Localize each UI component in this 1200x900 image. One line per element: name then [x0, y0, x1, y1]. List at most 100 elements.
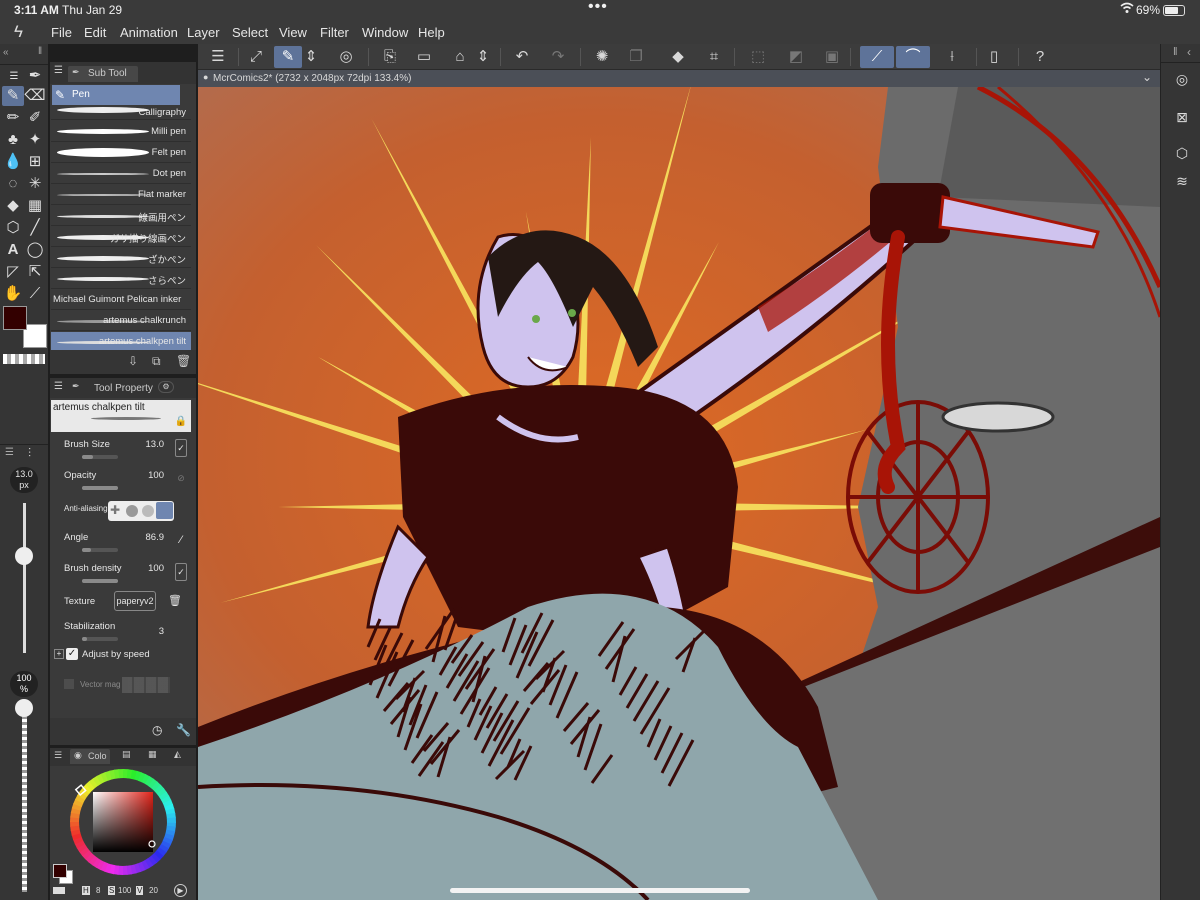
undo-icon[interactable]: ↶: [508, 46, 536, 68]
help-icon[interactable]: ?: [1026, 46, 1054, 68]
brush-chalkrunch[interactable]: artemus chalkrunch: [51, 311, 191, 331]
navigator-icon[interactable]: ◎: [1169, 66, 1195, 92]
lasso-icon[interactable]: ◌: [2, 174, 24, 194]
aa-none-icon[interactable]: ✚: [110, 503, 120, 517]
color-mode-switch-icon[interactable]: ▶: [174, 884, 187, 897]
texture-row[interactable]: Texture paperyv2 🗑: [60, 590, 188, 618]
modifier-key-icon[interactable]: ✎: [274, 46, 302, 68]
aa-medium-icon[interactable]: [142, 505, 154, 517]
brush-calligraphy[interactable]: Calligraphy: [51, 106, 191, 120]
fit-to-screen-icon[interactable]: ⤢: [242, 46, 270, 68]
anti-aliasing-row[interactable]: Anti-aliasing ✚: [60, 498, 188, 526]
duplicate-icon[interactable]: ⧉: [152, 354, 161, 369]
color-wheel-tab[interactable]: ◉ Colo: [70, 749, 110, 764]
main-color-swatch[interactable]: [3, 306, 27, 330]
blend-icon[interactable]: 💧: [2, 152, 24, 172]
sparkle-icon[interactable]: ✦: [24, 130, 46, 150]
multitask-dots-icon[interactable]: •••: [588, 0, 608, 16]
home-indicator[interactable]: [450, 888, 750, 893]
text-icon[interactable]: A: [2, 240, 24, 260]
opacity-knob[interactable]: [15, 699, 33, 717]
anti-aliasing-selector[interactable]: ✚: [108, 501, 174, 521]
document-tab[interactable]: ● McrComics2* (2732 x 2048px 72dpi 133.4…: [198, 70, 1160, 87]
menu-filter[interactable]: Filter: [320, 25, 349, 40]
menu-help[interactable]: Help: [418, 25, 445, 40]
decoration-icon[interactable]: ♣: [2, 130, 24, 150]
menu-select[interactable]: Select: [232, 25, 268, 40]
wrench-icon[interactable]: 🔧: [176, 723, 191, 737]
density-pressure-button[interactable]: ✓: [175, 563, 187, 581]
sub-view-icon[interactable]: ⊠: [1169, 104, 1195, 130]
brush-lineart-pen[interactable]: 線画用ペン: [51, 206, 191, 226]
menu-edit[interactable]: Edit: [84, 25, 106, 40]
brush-milli-pen[interactable]: Milli pen: [51, 122, 191, 142]
hamburger-menu-icon[interactable]: ☰: [204, 46, 232, 68]
clip-studio-logo-icon[interactable]: ϟ: [14, 22, 23, 42]
drawing-canvas[interactable]: [198, 87, 1160, 900]
brush-size-row[interactable]: Brush Size 13.0 ✓: [60, 436, 188, 464]
pencil-icon[interactable]: ✏: [2, 108, 24, 128]
brush-settings-icon[interactable]: ◷: [152, 723, 162, 737]
redo-icon[interactable]: ↷: [544, 46, 572, 68]
adjust-by-speed-row[interactable]: + ✓ Adjust by speed: [54, 646, 188, 674]
adjust-by-speed-checkbox[interactable]: ✓: [66, 648, 78, 660]
stabilization-row[interactable]: Stabilization 3: [60, 618, 188, 646]
angle-tilt-button[interactable]: ⁄: [175, 532, 187, 550]
eraser-icon[interactable]: ⌫: [24, 86, 46, 106]
brush-flat-marker[interactable]: Flat marker: [51, 185, 191, 205]
angle-row[interactable]: Angle 86.9 ⁄: [60, 529, 188, 557]
aa-weak-icon[interactable]: [126, 505, 138, 517]
smartphone-sync-icon[interactable]: ▯: [980, 46, 1008, 68]
fill-bucket-icon[interactable]: ◆: [664, 46, 692, 68]
sub-tool-group-pen[interactable]: ✎ Pen: [52, 85, 180, 105]
menu-animation[interactable]: Animation: [120, 25, 178, 40]
line-icon[interactable]: ╱: [24, 218, 46, 238]
trash-icon[interactable]: 🗑: [176, 354, 191, 368]
aa-strong-icon[interactable]: [156, 502, 173, 519]
panel-menu-icon[interactable]: ☰: [54, 381, 63, 392]
deselect-icon[interactable]: ⬚: [744, 46, 772, 68]
fill-icon[interactable]: ◆: [2, 196, 24, 216]
opacity-pressure-button[interactable]: ⊘: [175, 470, 187, 488]
menu-window[interactable]: Window: [362, 25, 408, 40]
selection-border-icon[interactable]: ▣: [818, 46, 846, 68]
brush-smooth-pen[interactable]: さらペン: [51, 269, 191, 289]
color-mode-icon[interactable]: [53, 887, 65, 894]
pen-icon[interactable]: ✒: [24, 66, 46, 86]
color-set-tab-icon[interactable]: ▦: [148, 749, 157, 760]
trash-icon[interactable]: 🗑: [168, 594, 182, 607]
brush-felt-pen[interactable]: Felt pen: [51, 143, 191, 163]
main-color-chip[interactable]: [53, 864, 67, 878]
frame-border-icon[interactable]: ◸: [2, 262, 24, 282]
balloon-icon[interactable]: ◯: [24, 240, 46, 260]
menu-layer[interactable]: Layer: [187, 25, 220, 40]
brush-rough-pen[interactable]: ざかペン: [51, 248, 191, 268]
chevron-down-icon[interactable]: ⌄: [1142, 70, 1152, 84]
invert-selection-icon[interactable]: ◩: [782, 46, 810, 68]
settings-icon[interactable]: ⚙: [158, 381, 174, 393]
save-icon[interactable]: ⌂: [446, 46, 474, 68]
panel-handle-icon[interactable]: ‖: [1173, 46, 1178, 58]
grid-icon[interactable]: ⊞: [24, 152, 46, 172]
import-icon[interactable]: ⇩: [128, 354, 138, 368]
special-ruler-snap-icon[interactable]: ⌒: [896, 46, 930, 68]
magic-wand-icon[interactable]: ✳: [24, 174, 46, 194]
brush-size-pressure-button[interactable]: ✓: [175, 439, 187, 457]
menu-view[interactable]: View: [279, 25, 307, 40]
brush-size-knob[interactable]: [15, 546, 33, 565]
hand-icon[interactable]: ✋: [2, 284, 24, 304]
expand-right-icon[interactable]: ‹: [1187, 45, 1191, 59]
menu-file[interactable]: File: [51, 25, 72, 40]
modifier-chevron-icon[interactable]: ⇕: [304, 46, 318, 68]
expand-icon[interactable]: +: [54, 649, 64, 659]
copy-layer-icon[interactable]: ❐: [622, 46, 650, 68]
approx-color-tab-icon[interactable]: ◭: [174, 749, 181, 760]
brush-size-track[interactable]: [23, 503, 26, 653]
brush-density-row[interactable]: Brush density 100 ✓: [60, 560, 188, 588]
save-chevron-icon[interactable]: ⇕: [476, 46, 490, 68]
pen-tool-icon[interactable]: ✎: [2, 86, 24, 106]
panel-menu-icon[interactable]: ☰: [5, 447, 14, 458]
clip-studio-icon[interactable]: ◎: [332, 46, 360, 68]
ruler-snap-icon[interactable]: ⟋: [860, 46, 894, 68]
operation-icon[interactable]: ⇱: [24, 262, 46, 282]
